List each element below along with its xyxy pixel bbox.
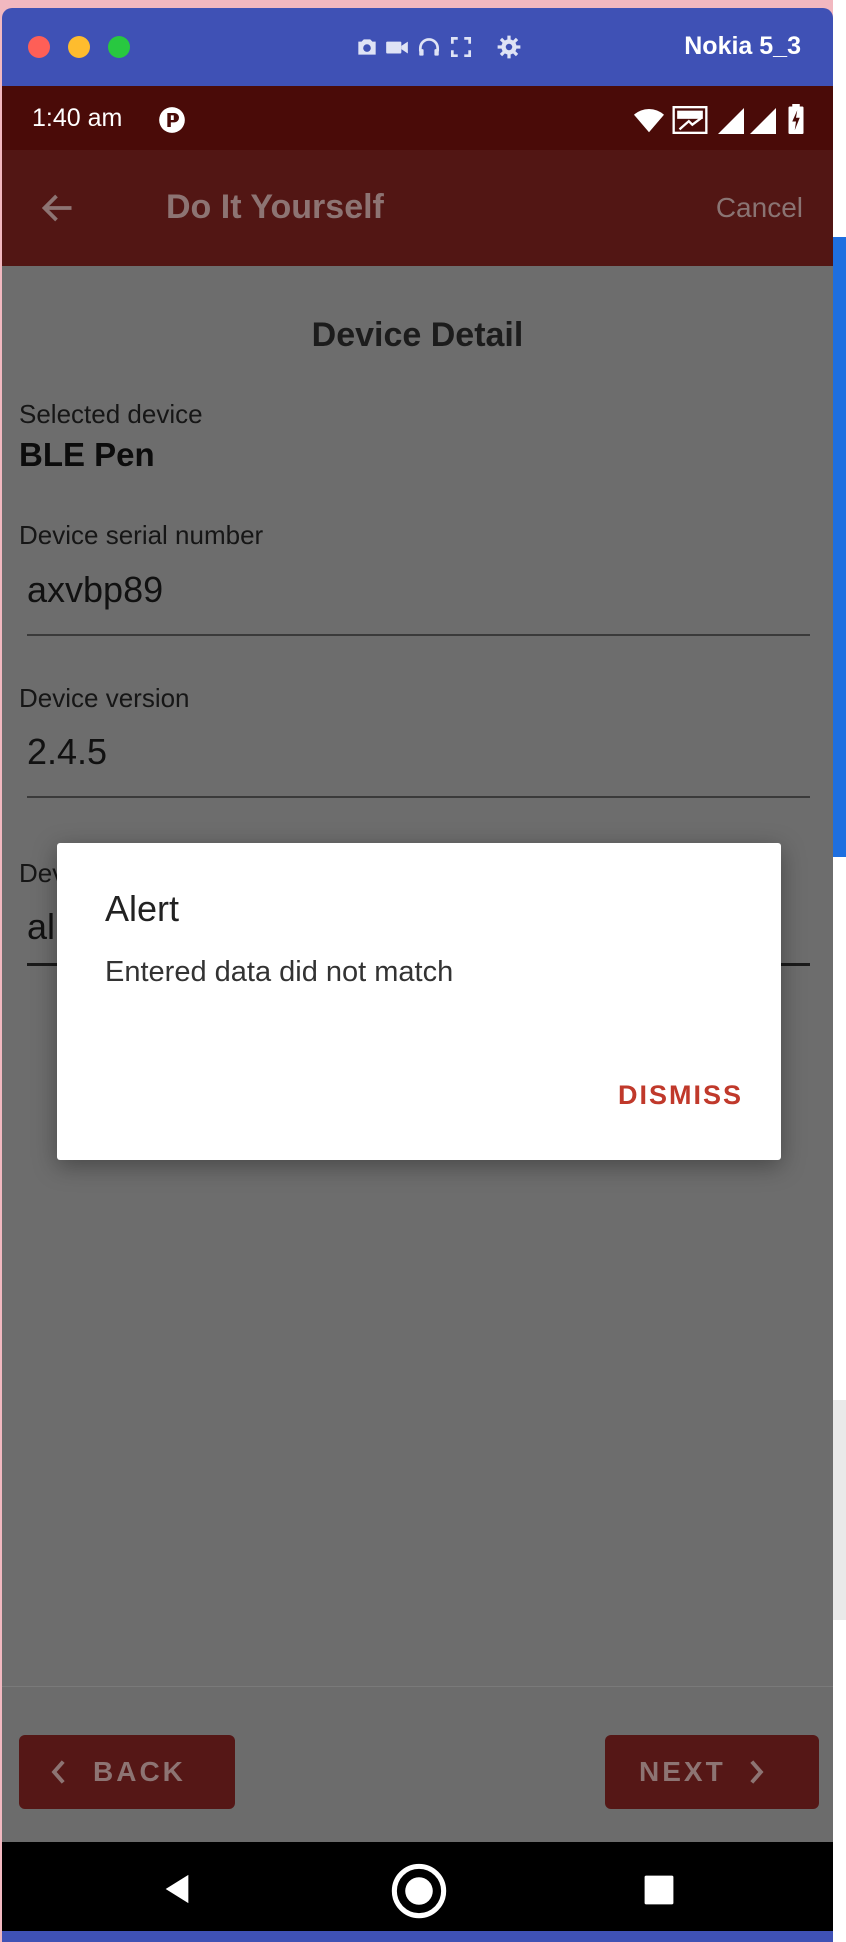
- minimize-window-button[interactable]: [68, 36, 90, 58]
- nav-home-icon[interactable]: [390, 1862, 448, 1920]
- system-nav-bar: [2, 1842, 833, 1931]
- emulator-window: Nokia 5_3 1:40 am Do It Yourself Cancel …: [2, 8, 833, 1942]
- host-window-edge: [833, 0, 846, 1942]
- back-arrow-icon[interactable]: [38, 190, 78, 226]
- wifi-icon: [634, 109, 664, 133]
- nav-recents-icon[interactable]: [643, 1874, 675, 1906]
- section-title: Device Detail: [311, 316, 524, 354]
- serial-number-field[interactable]: axvbp89: [27, 569, 163, 611]
- status-time: 1:40 am: [32, 104, 123, 132]
- emulator-titlebar: Nokia 5_3: [2, 8, 833, 86]
- serial-number-underline: [27, 634, 810, 636]
- nav-back-icon[interactable]: [162, 1872, 192, 1906]
- dialog-message: Entered data did not match: [105, 956, 454, 988]
- chevron-right-icon: [750, 1760, 764, 1784]
- close-window-button[interactable]: [28, 36, 50, 58]
- hd-volte-icon: [672, 106, 708, 134]
- battery-charging-icon: [788, 104, 804, 134]
- signal-icon-sim2: [750, 108, 776, 134]
- selected-device-value: BLE Pen: [19, 436, 155, 473]
- host-window-grey-strip: [833, 1400, 846, 1620]
- selected-device-label: Selected device: [19, 399, 203, 429]
- app-notification-icon: [159, 107, 185, 133]
- third-field-input[interactable]: al: [27, 906, 55, 948]
- app-bar: Do It Yourself Cancel: [2, 150, 833, 266]
- next-button[interactable]: NEXT: [605, 1735, 819, 1809]
- app-title: Do It Yourself: [166, 188, 384, 226]
- dialog-title: Alert: [105, 888, 180, 929]
- device-version-underline: [27, 796, 810, 798]
- host-window-blue-strip: [833, 237, 846, 857]
- signal-icon-sim1: [718, 108, 744, 134]
- dismiss-button[interactable]: DISMISS: [618, 1080, 743, 1111]
- headphones-icon[interactable]: [416, 34, 442, 60]
- alert-dialog: Alert Entered data did not match DISMISS: [57, 843, 781, 1160]
- footer: BACK NEXT: [2, 1687, 833, 1851]
- fullscreen-icon[interactable]: [448, 34, 474, 60]
- serial-number-label: Device serial number: [19, 520, 264, 550]
- camera-icon[interactable]: [354, 34, 380, 60]
- status-bar: 1:40 am: [2, 86, 833, 150]
- chevron-left-icon: [51, 1760, 65, 1784]
- maximize-window-button[interactable]: [108, 36, 130, 58]
- device-version-label: Device version: [19, 683, 190, 713]
- phone-screen: 1:40 am Do It Yourself Cancel Device Det…: [2, 86, 833, 1931]
- gear-icon[interactable]: [496, 34, 522, 60]
- cancel-button[interactable]: Cancel: [716, 192, 803, 224]
- device-name: Nokia 5_3: [684, 32, 801, 60]
- next-button-label: NEXT: [639, 1756, 726, 1787]
- device-version-field[interactable]: 2.4.5: [27, 731, 107, 773]
- back-button[interactable]: BACK: [19, 1735, 235, 1809]
- back-button-label: BACK: [93, 1756, 186, 1787]
- video-record-icon[interactable]: [384, 34, 410, 60]
